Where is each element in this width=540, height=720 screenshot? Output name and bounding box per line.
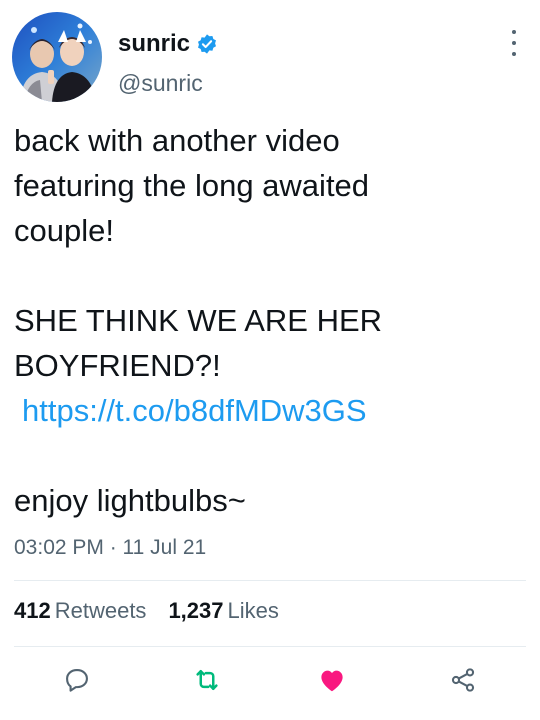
likes-count: 1,237	[168, 598, 224, 623]
tweet-timestamp[interactable]: 03:02 PM · 11 Jul 21	[14, 536, 206, 560]
heart-icon[interactable]	[312, 660, 352, 700]
tweet-text: back with another video featuring the lo…	[14, 118, 524, 523]
tweet-line: BOYFRIEND?!	[14, 348, 221, 383]
tweet-line: back with another video	[14, 123, 340, 158]
retweet-icon[interactable]	[187, 660, 227, 700]
tweet-header: sunric @sunric	[0, 0, 540, 110]
tweet-line: couple!	[14, 213, 114, 248]
reply-icon[interactable]	[57, 660, 97, 700]
tweet-line: enjoy lightbulbs~	[14, 483, 246, 518]
share-icon[interactable]	[443, 660, 483, 700]
retweets-stat[interactable]: 412 Retweets	[14, 598, 146, 624]
tweet-line: featuring the long awaited	[14, 168, 370, 203]
display-name[interactable]: sunric	[118, 30, 190, 58]
tweet-stats: 412 Retweets 1,237 Likes	[14, 598, 279, 624]
avatar[interactable]	[12, 12, 102, 102]
retweets-label: Retweets	[54, 598, 147, 623]
user-handle[interactable]: @sunric	[118, 70, 203, 97]
retweets-count: 412	[14, 598, 51, 623]
divider	[14, 580, 526, 581]
tweet-line: SHE THINK WE ARE HER	[14, 303, 383, 338]
more-vertical-icon[interactable]	[504, 30, 524, 56]
tweet-actions	[0, 660, 540, 702]
tweet-link[interactable]: https://t.co/b8dfMDw3GS	[22, 388, 367, 433]
likes-stat[interactable]: 1,237 Likes	[168, 598, 278, 624]
verified-badge-icon	[196, 33, 218, 55]
name-row: sunric	[118, 30, 218, 58]
likes-label: Likes	[227, 598, 279, 623]
divider	[14, 646, 526, 647]
